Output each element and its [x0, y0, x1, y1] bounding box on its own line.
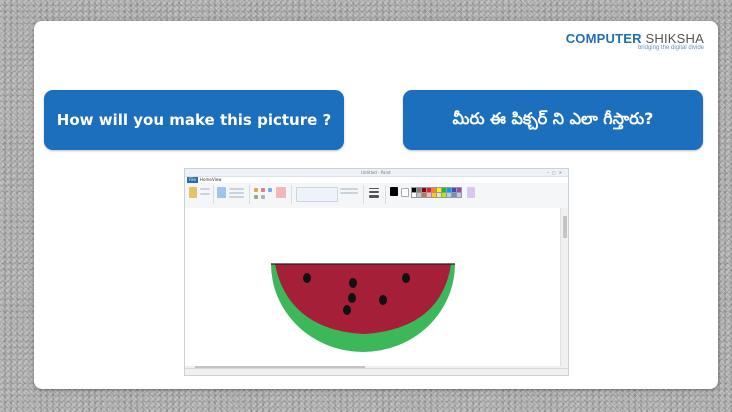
question-telugu: మీరు ఈ పిక్చర్ ని ఎలా గీస్తారు?: [403, 90, 703, 150]
vertical-scroll-thumb: [563, 216, 567, 238]
ribbon-size-group: [365, 185, 386, 204]
paint-titlebar: Untitled - Paint –▢✕: [185, 169, 568, 177]
paint-screenshot: Untitled - Paint –▢✕ File Home View: [184, 168, 569, 376]
color1-swatch: [390, 187, 398, 196]
paint-ribbon: [185, 183, 568, 209]
watermelon-seed: [349, 278, 357, 288]
ribbon-image-group: [215, 185, 250, 204]
edit-colors-icon: [467, 187, 475, 198]
watermelon-seed: [379, 295, 387, 305]
slide-card: COMPUTER SHIKSHA bridging the digital di…: [34, 21, 718, 389]
select-icon: [217, 187, 226, 198]
question-english: How will you make this picture ?: [44, 90, 344, 150]
paint-window-title: Untitled - Paint: [361, 170, 391, 175]
watermelon-seed: [303, 273, 311, 283]
ribbon-shapes-group: [293, 185, 364, 204]
paint-canvas: [185, 208, 561, 369]
ribbon-colors-group: [387, 185, 537, 204]
window-controls-icon: –▢✕: [546, 170, 565, 175]
shapes-gallery: [296, 187, 338, 202]
paste-icon: [189, 187, 197, 198]
watermelon-seed: [348, 293, 356, 303]
paint-statusbar: [185, 368, 568, 375]
color2-swatch: [401, 188, 409, 197]
watermelon-drawing: [271, 263, 455, 352]
logo-title: COMPUTER SHIKSHA: [565, 31, 704, 46]
watermelon-seed: [343, 305, 351, 315]
brushes-icon: [276, 187, 286, 198]
computer-shiksha-logo: COMPUTER SHIKSHA bridging the digital di…: [566, 31, 704, 51]
watermelon-seed: [402, 273, 410, 283]
ribbon-clipboard-group: [187, 185, 214, 204]
ribbon-tools-group: [251, 185, 292, 204]
